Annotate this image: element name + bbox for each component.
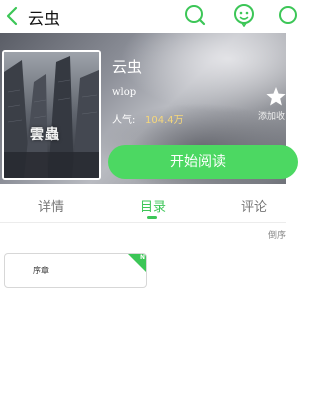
top-bar: 云虫 (0, 0, 297, 33)
tab-comments[interactable]: 评论 (241, 196, 267, 215)
star-icon (266, 87, 286, 106)
popularity-label: 人气: (112, 115, 136, 126)
chapter-item[interactable]: 序章 N (4, 253, 147, 288)
start-reading-button[interactable]: 开始阅读 (108, 145, 298, 179)
tab-catalog[interactable]: 目录 (140, 196, 166, 215)
book-cover[interactable]: 雲蟲 (2, 50, 101, 180)
search-icon[interactable] (183, 3, 207, 27)
book-title: 云虫 (112, 58, 143, 76)
page-title: 云虫 (28, 9, 61, 28)
customer-service-icon[interactable] (232, 3, 256, 28)
back-arrow-icon[interactable] (4, 6, 22, 26)
chapter-title: 序章 (33, 266, 49, 275)
new-badge-label: N (139, 254, 145, 261)
more-icon[interactable] (276, 3, 300, 27)
add-to-shelf-label[interactable]: 添加收 (258, 109, 285, 122)
sort-toggle[interactable]: 倒序 (268, 228, 286, 241)
book-author: wlop (112, 87, 137, 98)
tab-details[interactable]: 详情 (38, 196, 64, 215)
popularity-value: 104.4万 (145, 115, 184, 126)
tab-bar: 详情 目录 评论 (0, 192, 286, 220)
divider (0, 222, 286, 223)
active-tab-indicator (147, 216, 157, 219)
cover-title: 雲蟲 (30, 127, 60, 143)
